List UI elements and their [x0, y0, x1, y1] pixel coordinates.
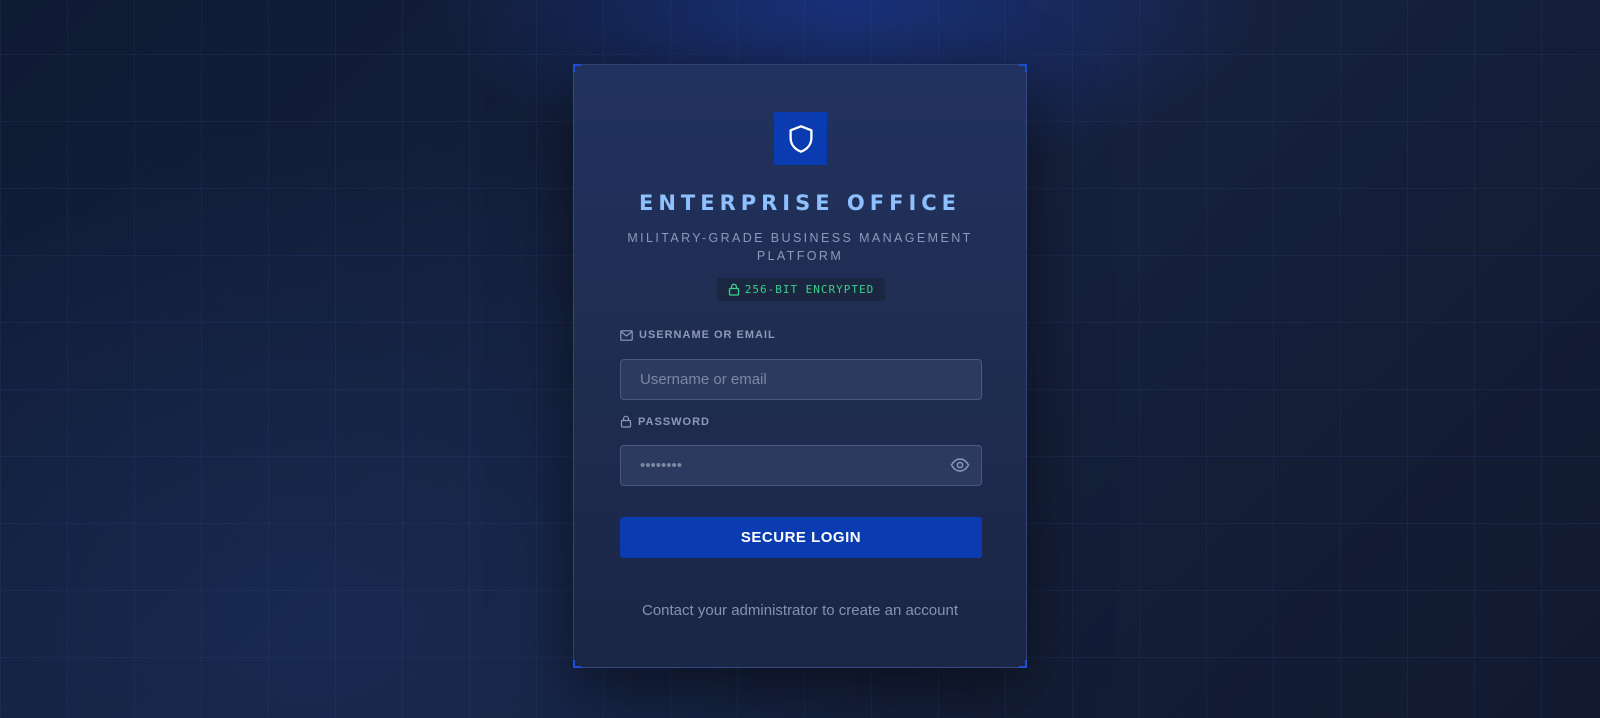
secure-login-button[interactable]: SECURE LOGIN [620, 517, 982, 558]
username-input[interactable] [620, 359, 982, 400]
app-title: ENTERPRISE OFFICE [638, 191, 962, 215]
login-card: ENTERPRISE OFFICE MILITARY-GRADE BUSINES… [573, 64, 1027, 668]
contact-admin-text: Contact your administrator to create an … [642, 602, 958, 619]
lock-icon [728, 283, 739, 296]
app-logo [774, 112, 827, 165]
password-label: PASSWORD [620, 415, 710, 428]
eye-icon[interactable] [950, 456, 970, 474]
shield-icon [788, 124, 813, 153]
app-subtitle: MILITARY-GRADE BUSINESS MANAGEMENT PLATF… [627, 231, 973, 263]
encryption-badge: 256-BIT ENCRYPTED [717, 278, 885, 301]
encryption-badge-text: 256-BIT ENCRYPTED [744, 283, 875, 296]
card-corner-accent [573, 64, 581, 72]
password-input[interactable] [620, 445, 982, 486]
password-label-text: PASSWORD [638, 415, 710, 428]
password-field-wrapper [620, 445, 982, 486]
card-corner-accent [1019, 660, 1027, 668]
username-label-text: USERNAME OR EMAIL [639, 329, 776, 341]
mail-icon [620, 329, 633, 341]
card-corner-accent [573, 660, 581, 668]
username-label: USERNAME OR EMAIL [620, 329, 776, 341]
card-corner-accent [1019, 64, 1027, 72]
lock-icon [620, 415, 632, 428]
